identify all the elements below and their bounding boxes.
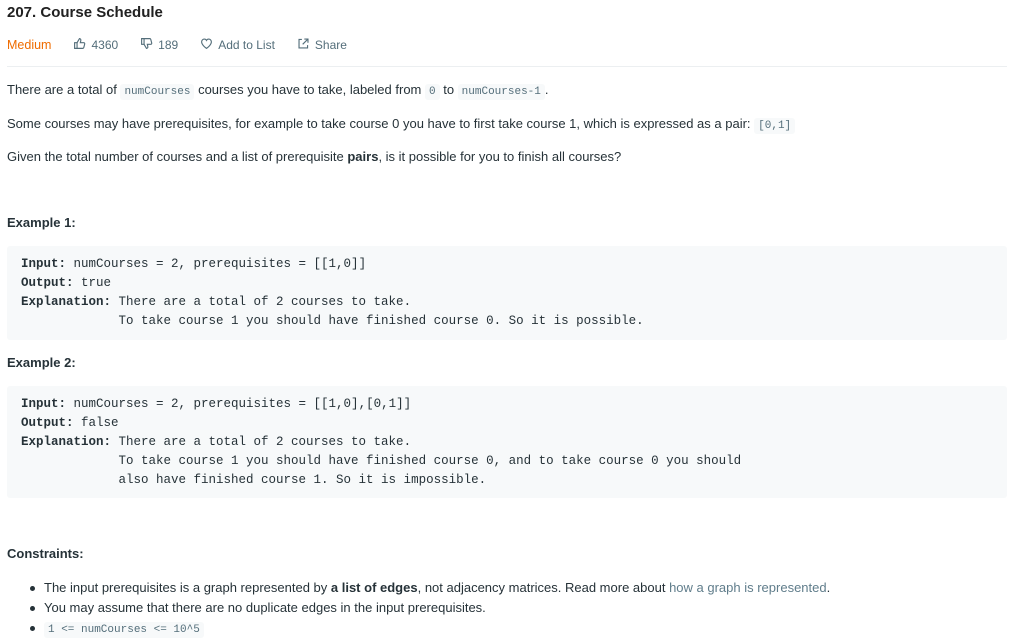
thumbs-down-icon [140,37,158,53]
example-2-code-block: Input: numCourses = 2, prerequisites = [… [7,386,1007,498]
problem-meta-bar: Medium 4360 189 Add to List Share [7,36,369,54]
explanation-text: There are a total of 2 courses to take. [111,295,412,309]
example-1-heading: Example 1: [7,215,76,230]
inline-code: 0 [424,84,440,100]
difficulty-badge: Medium [7,38,52,52]
share-button[interactable]: Share [297,37,347,53]
input-label: Input: [21,397,67,411]
text: , not adjacency matrices. Read more abou… [417,580,670,595]
description-paragraph-1: There are a total of numCourses courses … [7,82,549,100]
add-to-list-label: Add to List [218,38,275,52]
header-divider [7,66,1007,67]
description-paragraph-2: Some courses may have prerequisites, for… [7,116,796,134]
inline-code: numCourses [120,84,195,100]
explanation-text: There are a total of 2 courses to take. [111,435,412,449]
problem-page: 207. Course Schedule Medium 4360 189 Add… [0,0,1024,639]
example-explanation-line: To take course 1 you should have finishe… [21,454,742,468]
heart-icon [200,37,218,53]
text: Some courses may have prerequisites, for… [7,116,755,131]
example-output-line: Output: true [21,274,111,293]
example-input-line: Input: numCourses = 2, prerequisites = [… [21,395,411,414]
example-2-heading: Example 2: [7,355,76,370]
text: You may assume that there are no duplica… [44,600,486,615]
example-explanation-line: also have finished course 1. So it is im… [21,473,487,487]
output-label: Output: [21,276,74,290]
input-value: numCourses = 2, prerequisites = [[1,0],[… [66,397,412,411]
constraints-heading: Constraints: [7,546,84,561]
share-icon [297,37,315,53]
list-item: 1 <= numCourses <= 10^5 [30,618,830,638]
graph-representation-link[interactable]: how a graph is represented [669,580,827,595]
text: The input prerequisites is a graph repre… [44,580,331,595]
output-label: Output: [21,416,74,430]
add-to-list-button[interactable]: Add to List [200,37,275,53]
explanation-label: Explanation: [21,435,112,449]
inline-code: [0,1] [754,118,796,134]
share-label: Share [314,38,347,52]
example-input-line: Input: numCourses = 2, prerequisites = [… [21,255,366,274]
list-item: You may assume that there are no duplica… [30,598,830,618]
text: . [826,580,831,595]
text: to [439,82,458,97]
problem-title: 207. Course Schedule [7,4,163,21]
like-button[interactable]: 4360 [73,37,118,53]
example-explanation-line: Explanation: There are a total of 2 cour… [21,293,411,312]
output-value: true [73,276,112,290]
input-value: numCourses = 2, prerequisites = [[1,0]] [66,257,367,271]
output-value: false [73,416,119,430]
text: There are a total of [7,82,121,97]
constraints-list: The input prerequisites is a graph repre… [30,578,830,638]
like-count: 4360 [91,38,119,52]
bold-text: pairs [347,149,379,164]
example-explanation-line: To take course 1 you should have finishe… [21,314,644,328]
dislike-button[interactable]: 189 [140,37,178,53]
text: . [544,82,549,97]
text: , is it possible for you to finish all c… [378,149,622,164]
example-output-line: Output: false [21,414,119,433]
text: courses you have to take, labeled from [194,82,425,97]
bold-text: a list of edges [330,580,418,595]
description-paragraph-3: Given the total number of courses and a … [7,149,621,164]
explanation-label: Explanation: [21,295,112,309]
example-explanation-line: Explanation: There are a total of 2 cour… [21,433,411,452]
example-1-code-block: Input: numCourses = 2, prerequisites = [… [7,246,1007,340]
input-label: Input: [21,257,67,271]
list-item: The input prerequisites is a graph repre… [30,578,830,598]
thumbs-up-icon [73,37,91,53]
dislike-count: 189 [158,38,179,52]
inline-code: 1 <= numCourses <= 10^5 [44,622,204,638]
text: Given the total number of courses and a … [7,149,348,164]
inline-code: numCourses-1 [457,84,545,100]
